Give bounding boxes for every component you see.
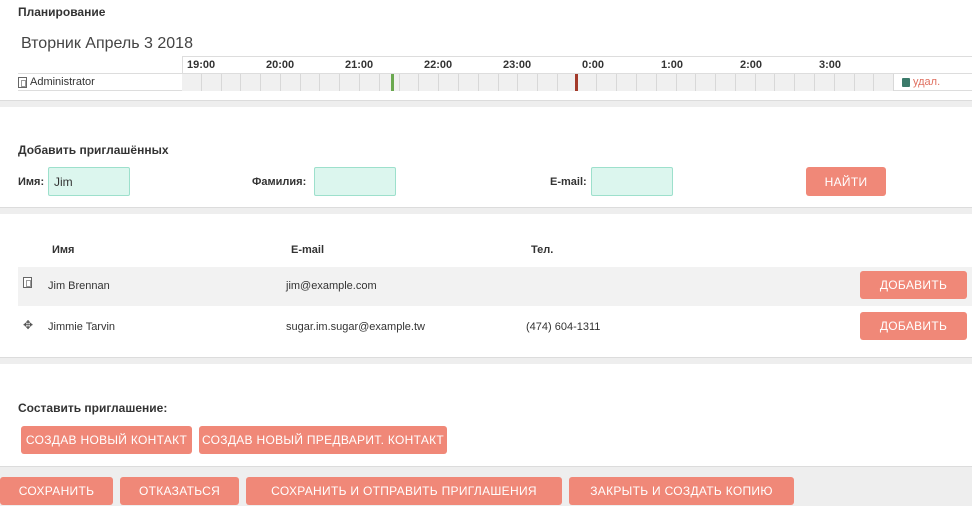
- timeline-slot: [855, 74, 875, 91]
- user-card-icon: [18, 76, 27, 88]
- contact-card-icon: [23, 277, 32, 291]
- timeline-slot: [241, 74, 262, 91]
- hour-label: 20:00: [266, 59, 295, 71]
- scheduling-title: Планирование: [18, 5, 106, 19]
- remove-label: удал.: [913, 76, 941, 88]
- hour-label: 21:00: [345, 59, 374, 71]
- meeting-start-marker: [391, 74, 394, 91]
- search-button[interactable]: НАЙТИ: [806, 167, 886, 196]
- timeline-slot: [320, 74, 341, 91]
- column-header-email: E-mail: [291, 244, 325, 256]
- first-name-input[interactable]: [48, 167, 130, 196]
- schedule-user-name: Administrator: [30, 76, 95, 88]
- create-lead-button[interactable]: СОЗДАВ НОВЫЙ ПРЕДВАРИТ. КОНТАКТ: [199, 426, 447, 454]
- hour-label: 2:00: [740, 59, 763, 71]
- hour-label: 19:00: [187, 59, 216, 71]
- column-header-name: Имя: [52, 244, 75, 256]
- timeline-slot: [874, 74, 895, 91]
- hour-label: 3:00: [819, 59, 842, 71]
- timeline-slot: [301, 74, 321, 91]
- row-phone: (474) 604-1311: [526, 321, 601, 333]
- row-email: jim@example.com: [286, 280, 377, 292]
- timeline-slot: [400, 74, 420, 91]
- timeline-slot: [360, 74, 380, 91]
- timeline-slot: [439, 74, 459, 91]
- column-header-phone: Тел.: [531, 244, 554, 256]
- first-name-label: Имя:: [18, 176, 45, 188]
- remove-user-link[interactable]: удал.: [902, 76, 940, 88]
- meeting-end-marker: [575, 74, 578, 91]
- timeline-slot: [479, 74, 499, 91]
- schedule-user-row: Administrator удал.: [18, 73, 972, 91]
- add-invitees-title: Добавить приглашённых: [18, 143, 169, 157]
- add-invitee-button[interactable]: ДОБАВИТЬ: [860, 312, 967, 340]
- timeline-slot: [736, 74, 756, 91]
- row-email: sugar.im.sugar@example.tw: [286, 321, 425, 333]
- compose-title: Составить приглашение:: [18, 401, 168, 415]
- cancel-button[interactable]: ОТКАЗАТЬСЯ: [120, 477, 239, 505]
- timeline-slot: [795, 74, 815, 91]
- timeline-slot: [419, 74, 440, 91]
- timeline-slot: [835, 74, 855, 91]
- timeline-slot: [261, 74, 281, 91]
- timeline-slot: [459, 74, 479, 91]
- timeline-divider: [894, 56, 972, 57]
- last-name-label: Фамилия:: [252, 176, 307, 188]
- timeline-slot: [756, 74, 776, 91]
- schedule-user: Administrator: [18, 76, 95, 88]
- timeline-slot: [380, 74, 400, 91]
- hour-label: 23:00: [503, 59, 532, 71]
- timeline-slot: [716, 74, 736, 91]
- timeline-slot: [597, 74, 618, 91]
- row-name: Jim Brennan: [48, 280, 110, 292]
- results-panel: Имя E-mail Тел. Jim Brennan jim@example.…: [0, 214, 972, 358]
- timeline-slot: [222, 74, 242, 91]
- row-name: Jimmie Tarvin: [48, 321, 116, 333]
- hour-label: 0:00: [582, 59, 605, 71]
- timeline-slot: [696, 74, 717, 91]
- timeline-slots: [182, 74, 895, 91]
- last-name-input[interactable]: [314, 167, 396, 196]
- create-contact-button[interactable]: СОЗДАВ НОВЫЙ КОНТАКТ: [21, 426, 192, 454]
- timeline-slot: [677, 74, 697, 91]
- timeline-slot: [617, 74, 637, 91]
- table-row: Jim Brennan jim@example.com ДОБАВИТЬ: [18, 267, 972, 306]
- timeline-slot: [281, 74, 301, 91]
- save-button[interactable]: СОХРАНИТЬ: [0, 477, 113, 505]
- email-label: E-mail:: [550, 176, 587, 188]
- timeline-slot: [578, 74, 598, 91]
- timeline-slot: [202, 74, 222, 91]
- timeline-slot: [775, 74, 796, 91]
- table-row: ✥ Jimmie Tarvin sugar.im.sugar@example.t…: [18, 308, 972, 347]
- hour-label: 22:00: [424, 59, 453, 71]
- save-and-send-button[interactable]: СОХРАНИТЬ И ОТПРАВИТЬ ПРИГЛАШЕНИЯ: [246, 477, 562, 505]
- close-and-copy-button[interactable]: ЗАКРЫТЬ И СОЗДАТЬ КОПИЮ: [569, 477, 794, 505]
- lead-move-icon: ✥: [23, 318, 34, 332]
- timeline-slot: [340, 74, 361, 91]
- email-input[interactable]: [591, 167, 673, 196]
- timeline-slot: [815, 74, 835, 91]
- timeline-slot: [538, 74, 558, 91]
- timeline-slot: [637, 74, 657, 91]
- add-invitee-button[interactable]: ДОБАВИТЬ: [860, 271, 967, 299]
- compose-panel: Составить приглашение: СОЗДАВ НОВЫЙ КОНТ…: [0, 364, 972, 467]
- timeline-slot: [518, 74, 539, 91]
- timeline-header: 19:00 20:00 21:00 22:00 23:00 0:00 1:00 …: [182, 56, 894, 73]
- trash-icon: [902, 77, 910, 87]
- add-invitees-panel: Добавить приглашённых Имя: Фамилия: E-ma…: [0, 107, 972, 208]
- hour-label: 1:00: [661, 59, 684, 71]
- timeline-slot: [499, 74, 519, 91]
- timeline-slot: [657, 74, 677, 91]
- scheduling-panel: Планирование Вторник Апрель 3 2018 19:00…: [0, 0, 972, 101]
- scheduling-date: Вторник Апрель 3 2018: [21, 35, 193, 52]
- timeline-slot: [182, 74, 202, 91]
